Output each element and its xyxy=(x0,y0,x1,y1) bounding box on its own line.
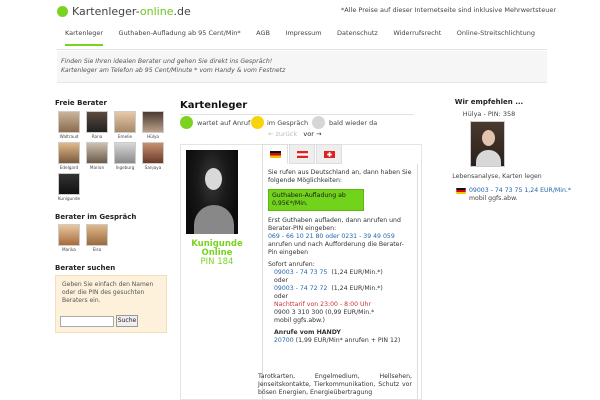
pager-next[interactable]: vor → xyxy=(303,130,321,138)
recommend-phone[interactable]: 09003 - 74 73 75 1,24 EUR/Min.* xyxy=(469,187,574,195)
logo-text: Kartenleger-online.de xyxy=(72,4,191,18)
search-input[interactable] xyxy=(60,316,114,327)
advisor-avatar-edelgard[interactable] xyxy=(58,142,80,164)
advisor-name[interactable]: Waltraud xyxy=(55,134,83,139)
intro-text: Sie rufen aus Deutschland an, dann haben… xyxy=(268,169,412,184)
topup-button[interactable]: Guthaben-Aufladung ab 0,95€*/Min. xyxy=(268,189,364,211)
advisor-avatar-waltraud[interactable] xyxy=(58,111,80,133)
tab-germany[interactable] xyxy=(262,144,288,164)
recommend-face xyxy=(482,130,495,146)
search-help-text: Geben Sie einfach den Namen oder die PIN… xyxy=(62,281,154,304)
search-heading: Berater suchen xyxy=(55,264,116,272)
advisor-name[interactable]: Marika xyxy=(55,247,83,252)
nav-guthaben[interactable]: Guthaben-Aufladung ab 95 Cent/Min* xyxy=(119,24,241,49)
call-options-panel: Sie rufen aus Deutschland an, dann haben… xyxy=(262,164,418,400)
recommend-figure xyxy=(476,150,501,166)
direct-number-2[interactable]: 09003 - 74 72 72 xyxy=(274,285,327,292)
night-note: mobil ggfs.abw.) xyxy=(274,317,325,324)
step1-after: anrufen und nach Aufforderung die Berate… xyxy=(268,241,404,256)
nav-streitschlichtung[interactable]: Online-Streitschlichtung xyxy=(457,24,535,49)
info-line-2: Kartenleger am Telefon ab 95 Cent/Minute… xyxy=(61,67,286,74)
photo-face xyxy=(205,168,222,190)
page-title: Kartenleger xyxy=(180,100,248,111)
direct-heading: Sofort anrufen: xyxy=(268,261,315,268)
legend-away: bald wieder da xyxy=(329,119,378,127)
nav-agb[interactable]: AGB xyxy=(256,24,270,49)
search-button[interactable]: Suche xyxy=(116,315,138,327)
recommend-phone-note: mobil ggfs.abw. xyxy=(469,195,518,202)
pager-prev[interactable]: ← zurück xyxy=(268,130,297,138)
logo-circle-icon xyxy=(57,5,68,17)
advisor-name[interactable]: Marion xyxy=(83,165,111,170)
info-banner: Finden Sie Ihren idealen Berater und geh… xyxy=(57,51,547,83)
site-logo[interactable]: Kartenleger-online.de xyxy=(57,4,191,18)
direct-price-1: (1,24 EUR/Min.*) xyxy=(331,269,383,276)
advisor-avatar-marion[interactable] xyxy=(86,142,108,164)
advisor-name[interactable]: Elsa xyxy=(83,247,111,252)
recommend-photo[interactable] xyxy=(470,121,505,167)
status-away-icon xyxy=(312,116,325,129)
tab-switzerland[interactable] xyxy=(316,144,342,164)
recommend-name-pin[interactable]: Hülya - PIN: 358 xyxy=(432,110,546,118)
nav-impressum[interactable]: Impressum xyxy=(285,24,321,49)
direct-number-1[interactable]: 09003 - 74 73 75 xyxy=(274,269,327,276)
status-available-icon xyxy=(180,116,193,129)
pagination: ← zurück vor → xyxy=(268,130,321,138)
advisor-name[interactable]: Sanjaya xyxy=(139,165,167,170)
recommend-phone-block: 09003 - 74 73 75 1,24 EUR/Min.* mobil gg… xyxy=(456,187,574,203)
advisor-name[interactable]: Hülya xyxy=(139,134,167,139)
direct-price-2: (1,24 EUR/Min.*) xyxy=(331,285,383,292)
advisor-name-block[interactable]: Kunigunde Online PIN 184 xyxy=(186,240,248,267)
advisor-name[interactable]: Edelgard xyxy=(55,165,83,170)
germany-flag-icon xyxy=(456,188,466,194)
or-text: oder xyxy=(274,277,289,284)
legend-busy: im Gespräch xyxy=(267,119,309,127)
germany-flag-icon xyxy=(269,150,281,158)
info-line-1: Finden Sie Ihren idealen Berater und geh… xyxy=(61,58,273,65)
mobile-text: (1,99 EUR/Min* anrufen + PIN 12) xyxy=(295,337,401,344)
or-text: oder xyxy=(274,293,289,300)
advisor-avatar-huelya[interactable] xyxy=(142,111,164,133)
recommend-heading: Wir empfehlen ... xyxy=(454,98,524,106)
advisor-avatar-ingeburg[interactable] xyxy=(114,142,136,164)
advisor-description: Tarotkarten, Engelmedium, Hellsehen, Jen… xyxy=(258,373,412,396)
nav-kartenleger[interactable]: Kartenleger xyxy=(65,24,104,46)
nav-datenschutz[interactable]: Datenschutz xyxy=(337,24,378,49)
advisor-name[interactable]: Rana xyxy=(83,134,111,139)
busy-advisors-heading: Berater im Gespräch xyxy=(55,213,137,221)
legend-available: wartet auf Anruf xyxy=(197,119,251,127)
step1-numbers[interactable]: 069 - 66 10 21 80 oder 0231 - 39 49 059 xyxy=(268,233,412,241)
switzerland-flag-icon xyxy=(323,150,335,158)
step1-text: Erst Guthaben aufladen, dann anrufen und… xyxy=(268,217,401,232)
night-rate: Nachttarif von 23:00 - 8:00 Uhr xyxy=(274,301,371,308)
advisor-avatar-elsa[interactable] xyxy=(86,224,108,246)
advisor-avatar-kunigunde[interactable] xyxy=(58,173,80,195)
free-advisors-heading: Freie Berater xyxy=(55,99,107,107)
title-divider xyxy=(180,114,414,115)
advisor-name[interactable]: Kunigunde xyxy=(55,196,83,201)
status-busy-icon xyxy=(251,116,264,129)
tab-austria[interactable] xyxy=(289,144,315,164)
price-note: *Alle Preise auf dieser Internetseite si… xyxy=(341,6,556,14)
advisor-avatar-rana[interactable] xyxy=(86,111,108,133)
advisor-avatar-sanjaya[interactable] xyxy=(142,142,164,164)
advisor-name[interactable]: Ingeburg xyxy=(111,165,139,170)
night-number[interactable]: 0900 3 310 300 (0,99 EUR/Min.* xyxy=(274,309,412,317)
advisor-avatar-marika[interactable] xyxy=(58,224,80,246)
mobile-number[interactable]: 20700 xyxy=(274,337,294,344)
advisor-name[interactable]: Emelie xyxy=(111,134,139,139)
mobile-heading: Anrufe vom HANDY xyxy=(274,329,341,336)
recommend-description: Lebensanalyse, Karten legen xyxy=(452,173,542,180)
country-tabs xyxy=(258,144,418,164)
nav-widerrufsrecht[interactable]: Widerrufsrecht xyxy=(393,24,441,49)
austria-flag-icon xyxy=(296,150,308,158)
main-nav: Kartenleger Guthaben-Aufladung ab 95 Cen… xyxy=(57,24,547,50)
advisor-pin: PIN 184 xyxy=(200,257,234,267)
advisor-avatar-emelie[interactable] xyxy=(114,111,136,133)
